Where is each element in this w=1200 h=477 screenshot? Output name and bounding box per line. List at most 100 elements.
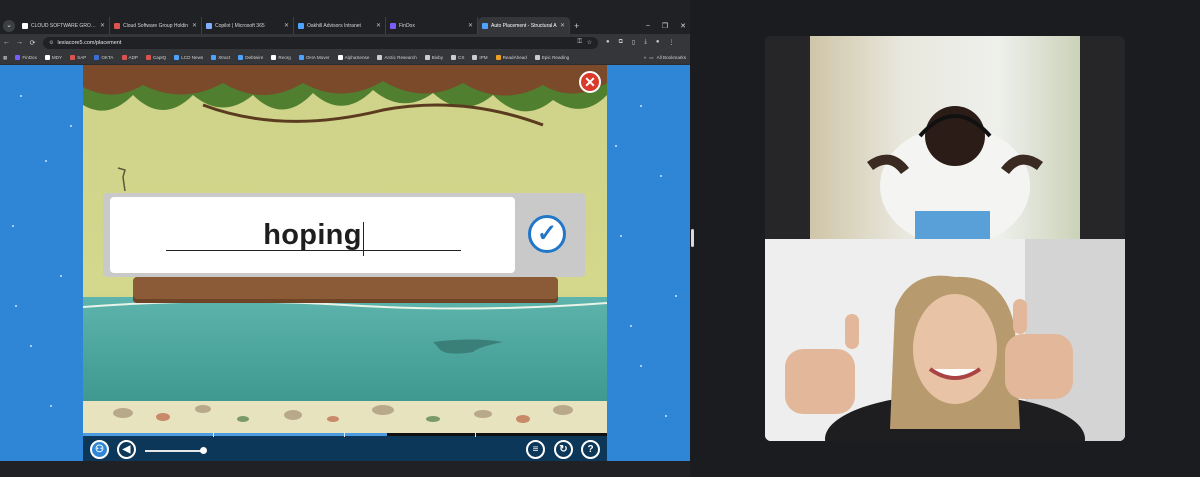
- close-activity-button[interactable]: ✕: [579, 71, 601, 93]
- sidebar-icon[interactable]: ▯: [632, 39, 635, 46]
- background-star: [660, 175, 662, 177]
- site-info-icon[interactable]: ⚙: [49, 40, 53, 46]
- browser-tab[interactable]: FinDox ✕: [386, 17, 478, 34]
- bookmark-item[interactable]: LCD News: [171, 55, 206, 60]
- help-person-button[interactable]: ⚇: [90, 440, 109, 459]
- close-tab-icon[interactable]: ✕: [376, 22, 381, 29]
- browser-tab[interactable]: Cloud Software Group Holdin ✕: [110, 17, 202, 34]
- background-star: [70, 125, 72, 127]
- bookmark-favicon-icon: [70, 55, 76, 60]
- bookmark-favicon-icon: [121, 55, 127, 60]
- menu-icon[interactable]: ⋮: [669, 39, 675, 46]
- bookmark-item[interactable]: CS: [448, 55, 467, 60]
- bookmark-item[interactable]: IPM: [469, 55, 490, 60]
- tab-search-icon[interactable]: ⌄: [3, 19, 15, 32]
- extensions-puzzle-icon[interactable]: ⧉: [619, 39, 623, 46]
- background-star: [640, 365, 642, 367]
- help-button[interactable]: ?: [581, 440, 600, 459]
- background-star: [640, 105, 642, 107]
- shared-screen: ⌄ CLOUD SOFTWARE GROUP: Fi✕Cloud Softwar…: [0, 0, 690, 477]
- close-tab-icon[interactable]: ✕: [100, 22, 105, 29]
- close-tab-icon[interactable]: ✕: [560, 22, 565, 29]
- tab-favicon-icon: [206, 22, 212, 29]
- browser-tab[interactable]: CLOUD SOFTWARE GROUP: Fi✕: [18, 17, 110, 34]
- profile-icon[interactable]: ●: [656, 39, 660, 46]
- tab-title: Cloud Software Group Holdin: [123, 22, 189, 29]
- menu-list-button[interactable]: ≡: [526, 440, 545, 459]
- forward-icon[interactable]: →: [13, 39, 26, 46]
- close-tab-icon[interactable]: ✕: [284, 22, 289, 29]
- bookmark-label: AlphaSense: [344, 55, 370, 60]
- bookmark-item[interactable]: Bixby: [422, 55, 446, 60]
- bookmark-favicon-icon: [238, 55, 244, 60]
- bookmark-item[interactable]: CapIQ: [143, 55, 169, 60]
- word-answer-panel: hoping ✓: [103, 193, 585, 277]
- background-star: [60, 275, 62, 277]
- bookmark-item[interactable]: AlphaSense: [335, 55, 373, 60]
- volume-button[interactable]: ◀: [117, 440, 136, 459]
- browser-tab[interactable]: Copilot | Microsoft 365 ✕: [202, 17, 294, 34]
- bookmark-item[interactable]: Epic Reading: [532, 55, 572, 60]
- tab-title: Copilot | Microsoft 365: [215, 22, 265, 29]
- browser-tab[interactable]: Auto Placement - Structural A ✕: [478, 17, 570, 34]
- word-answer-field[interactable]: hoping: [110, 197, 515, 273]
- progress-marker: [344, 432, 345, 437]
- bookmark-label: CS: [458, 55, 465, 60]
- person-icon: ⚇: [95, 444, 104, 455]
- bookmark-label: LCD News: [181, 55, 204, 60]
- bookmark-item[interactable]: FinDox: [12, 55, 40, 60]
- url-text: lexiacore5.com/placement: [57, 39, 122, 46]
- download-icon[interactable]: ⤓: [644, 39, 647, 46]
- restore-icon[interactable]: ❐: [662, 22, 668, 30]
- bookmark-label: Reorg: [278, 55, 291, 60]
- video-tile-student: [765, 36, 1125, 239]
- bookmark-label: Epic Reading: [541, 55, 570, 60]
- bookmark-item[interactable]: OHA Mover: [296, 55, 333, 60]
- tab-favicon-icon: [22, 22, 28, 29]
- submit-check-button[interactable]: ✓: [528, 215, 566, 253]
- bookmark-star-icon[interactable]: ☆: [587, 39, 592, 46]
- bookmark-item[interactable]: OKTA: [91, 55, 116, 60]
- background-star: [45, 160, 47, 162]
- tab-favicon-icon: [298, 22, 304, 29]
- volume-slider-knob[interactable]: [200, 447, 207, 454]
- lexia-placement-page: ✕ hoping ✓ ⚇ ◀ ≡ ↻ ?: [0, 65, 690, 461]
- bookmark-item[interactable]: Xtract: [208, 55, 233, 60]
- address-bar[interactable]: ⚙ lexiacore5.com/placement ⚿ ☆: [43, 36, 598, 49]
- background-star: [665, 415, 667, 417]
- jungle-canopy: [83, 65, 607, 127]
- bookmark-label: FinDox: [22, 55, 37, 60]
- volume-slider[interactable]: [145, 447, 207, 454]
- browser-tab[interactable]: Oakhill Advisors Intranet ✕: [294, 17, 386, 34]
- bookmark-item[interactable]: SAP: [67, 55, 89, 60]
- extension-icon[interactable]: ●: [606, 39, 610, 46]
- all-bookmarks[interactable]: » ▭ All Bookmarks: [637, 51, 686, 64]
- bookmark-item[interactable]: Arctic Research: [374, 55, 419, 60]
- progress-marker: [213, 432, 214, 437]
- background-star: [615, 145, 617, 147]
- bookmark-item[interactable]: Reorg: [268, 55, 294, 60]
- bookmark-item[interactable]: ADP: [119, 55, 141, 60]
- split-divider-handle[interactable]: [691, 229, 694, 247]
- bookmark-item[interactable]: Debtwire: [235, 55, 266, 60]
- back-icon[interactable]: ←: [0, 39, 13, 46]
- bookmark-favicon-icon: [145, 55, 151, 60]
- close-window-icon[interactable]: ✕: [680, 22, 686, 30]
- close-tab-icon[interactable]: ✕: [192, 22, 197, 29]
- check-icon: ✓: [536, 220, 558, 247]
- new-tab-icon[interactable]: +: [574, 21, 579, 31]
- bookmark-label: ReadAhead: [502, 55, 527, 60]
- background-star: [675, 295, 677, 297]
- folder-icon: ▭: [649, 54, 654, 60]
- minimize-icon[interactable]: –: [646, 22, 650, 29]
- reload-icon[interactable]: ⟳: [26, 39, 39, 47]
- bookmark-favicon-icon: [472, 55, 478, 60]
- apps-icon[interactable]: ▦: [0, 55, 10, 61]
- bookmark-label: CapIQ: [152, 55, 167, 60]
- password-key-icon[interactable]: ⚿: [577, 39, 582, 46]
- bookmark-label: MDY: [51, 55, 63, 60]
- bookmark-item[interactable]: MDY: [42, 55, 65, 60]
- close-tab-icon[interactable]: ✕: [468, 22, 473, 29]
- repeat-audio-button[interactable]: ↻: [554, 440, 573, 459]
- bookmark-item[interactable]: ReadAhead: [493, 55, 530, 60]
